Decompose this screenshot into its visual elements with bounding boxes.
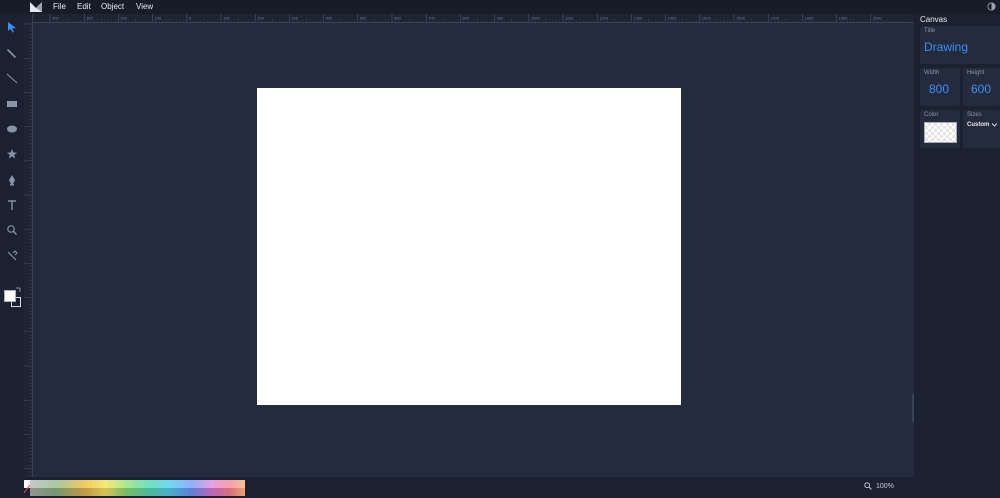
ruler-tick-label: 800 xyxy=(462,16,469,21)
rectangle-tool[interactable] xyxy=(5,97,19,111)
ellipse-tool[interactable] xyxy=(5,122,19,136)
inspector-panel: Canvas Title Drawing Width 800 Height 60… xyxy=(914,14,1000,498)
ruler-tick-label: 400 xyxy=(326,16,333,21)
color-field[interactable]: Color xyxy=(920,110,960,148)
title-label: Title xyxy=(924,28,936,34)
select-icon xyxy=(8,22,16,33)
ruler-tick-label: 1600 xyxy=(736,16,746,21)
app-logo-icon xyxy=(30,2,42,12)
ruler-tick-label: 1000 xyxy=(531,16,541,21)
theme-toggle-icon[interactable] xyxy=(987,2,996,11)
width-field[interactable]: Width 800 xyxy=(920,68,960,106)
ruler-tick-label: 100 xyxy=(155,16,162,21)
title-value[interactable]: Drawing xyxy=(924,40,968,54)
sizes-label: Sizes xyxy=(967,112,982,118)
ruler-tick-label: 1900 xyxy=(839,16,849,21)
ruler-tick-label: 1300 xyxy=(633,16,643,21)
magnifier-icon xyxy=(864,482,872,490)
sizes-field[interactable]: Sizes Custom xyxy=(963,110,1000,148)
ruler-tick-label: 100 xyxy=(223,16,230,21)
ruler-tick-label: 2000 xyxy=(873,16,883,21)
pen-tool[interactable] xyxy=(5,173,19,187)
menu-object[interactable]: Object xyxy=(101,1,124,13)
fill-color-swatch[interactable] xyxy=(4,290,16,302)
height-label: Height xyxy=(967,70,985,76)
ruler-tick-label: 300 xyxy=(86,16,93,21)
ruler-tick-label: 900 xyxy=(497,16,504,21)
ruler-tick-label: 1400 xyxy=(668,16,678,21)
ruler-tick-label: 400 xyxy=(52,16,59,21)
width-value[interactable]: 800 xyxy=(929,82,949,96)
ruler-tick-label: 200 xyxy=(120,16,127,21)
menu-edit[interactable]: Edit xyxy=(77,1,91,13)
tool-bar xyxy=(0,14,24,498)
text-tool[interactable] xyxy=(5,198,19,212)
zoom-control[interactable]: 100% xyxy=(864,482,894,490)
color-palette[interactable] xyxy=(23,480,245,496)
ruler-tick-label: 500 xyxy=(360,16,367,21)
pencil-icon xyxy=(7,49,16,58)
text-icon xyxy=(8,200,16,210)
line-tool[interactable] xyxy=(5,71,19,85)
panel-title: Canvas xyxy=(920,15,948,24)
line-icon xyxy=(6,73,18,84)
ruler-tick-label: 1800 xyxy=(804,16,814,21)
drawing-canvas[interactable] xyxy=(257,88,681,405)
ruler-tick-label: 600 xyxy=(394,16,401,21)
select-tool[interactable] xyxy=(5,20,19,34)
chevron-down-icon xyxy=(992,123,998,127)
ruler-tick-label: 1100 xyxy=(565,16,574,21)
width-label: Width xyxy=(924,70,940,76)
star-icon xyxy=(7,149,17,159)
ruler-tick-label: 200 xyxy=(257,16,264,21)
swap-colors-icon[interactable] xyxy=(16,287,21,292)
sizes-select[interactable]: Custom xyxy=(967,122,998,128)
eyedropper-icon xyxy=(7,250,18,261)
palette-swatches[interactable] xyxy=(30,480,245,496)
pencil-tool[interactable] xyxy=(5,46,19,60)
star-tool[interactable] xyxy=(5,147,19,161)
ruler-tick-label: 300 xyxy=(291,16,298,21)
height-field[interactable]: Height 600 xyxy=(963,68,1000,106)
menu-view[interactable]: View xyxy=(136,1,153,13)
height-value[interactable]: 600 xyxy=(971,82,991,96)
ruler-left xyxy=(24,14,33,477)
menu-bar: File Edit Object View xyxy=(0,0,1000,14)
zoom-icon xyxy=(7,225,17,235)
ruler-tick-label: 0 xyxy=(189,16,192,21)
ellipse-icon xyxy=(7,125,17,133)
sizes-value: Custom xyxy=(967,122,990,128)
ruler-tick-label: 1500 xyxy=(702,16,712,21)
eyedropper-tool[interactable] xyxy=(5,249,19,263)
menu-file[interactable]: File xyxy=(53,1,66,13)
workspace[interactable]: 400 300 200 100 0 100 200 300 400 500 600 700 800 900… xyxy=(24,14,914,477)
ruler-tick-label: 1200 xyxy=(599,16,609,21)
ruler-tick-label: 700 xyxy=(428,16,435,21)
ruler-tick-label: 1700 xyxy=(770,16,780,21)
zoom-level: 100% xyxy=(876,482,894,490)
color-label: Color xyxy=(924,112,939,118)
ruler-top: 400 300 200 100 0 100 200 300 400 500 600 700 800 900… xyxy=(24,14,914,23)
zoom-tool[interactable] xyxy=(5,223,19,237)
canvas-color-preview[interactable] xyxy=(924,122,957,143)
rectangle-icon xyxy=(7,101,17,107)
title-field[interactable]: Title Drawing xyxy=(920,26,1000,64)
pen-icon xyxy=(9,175,15,186)
